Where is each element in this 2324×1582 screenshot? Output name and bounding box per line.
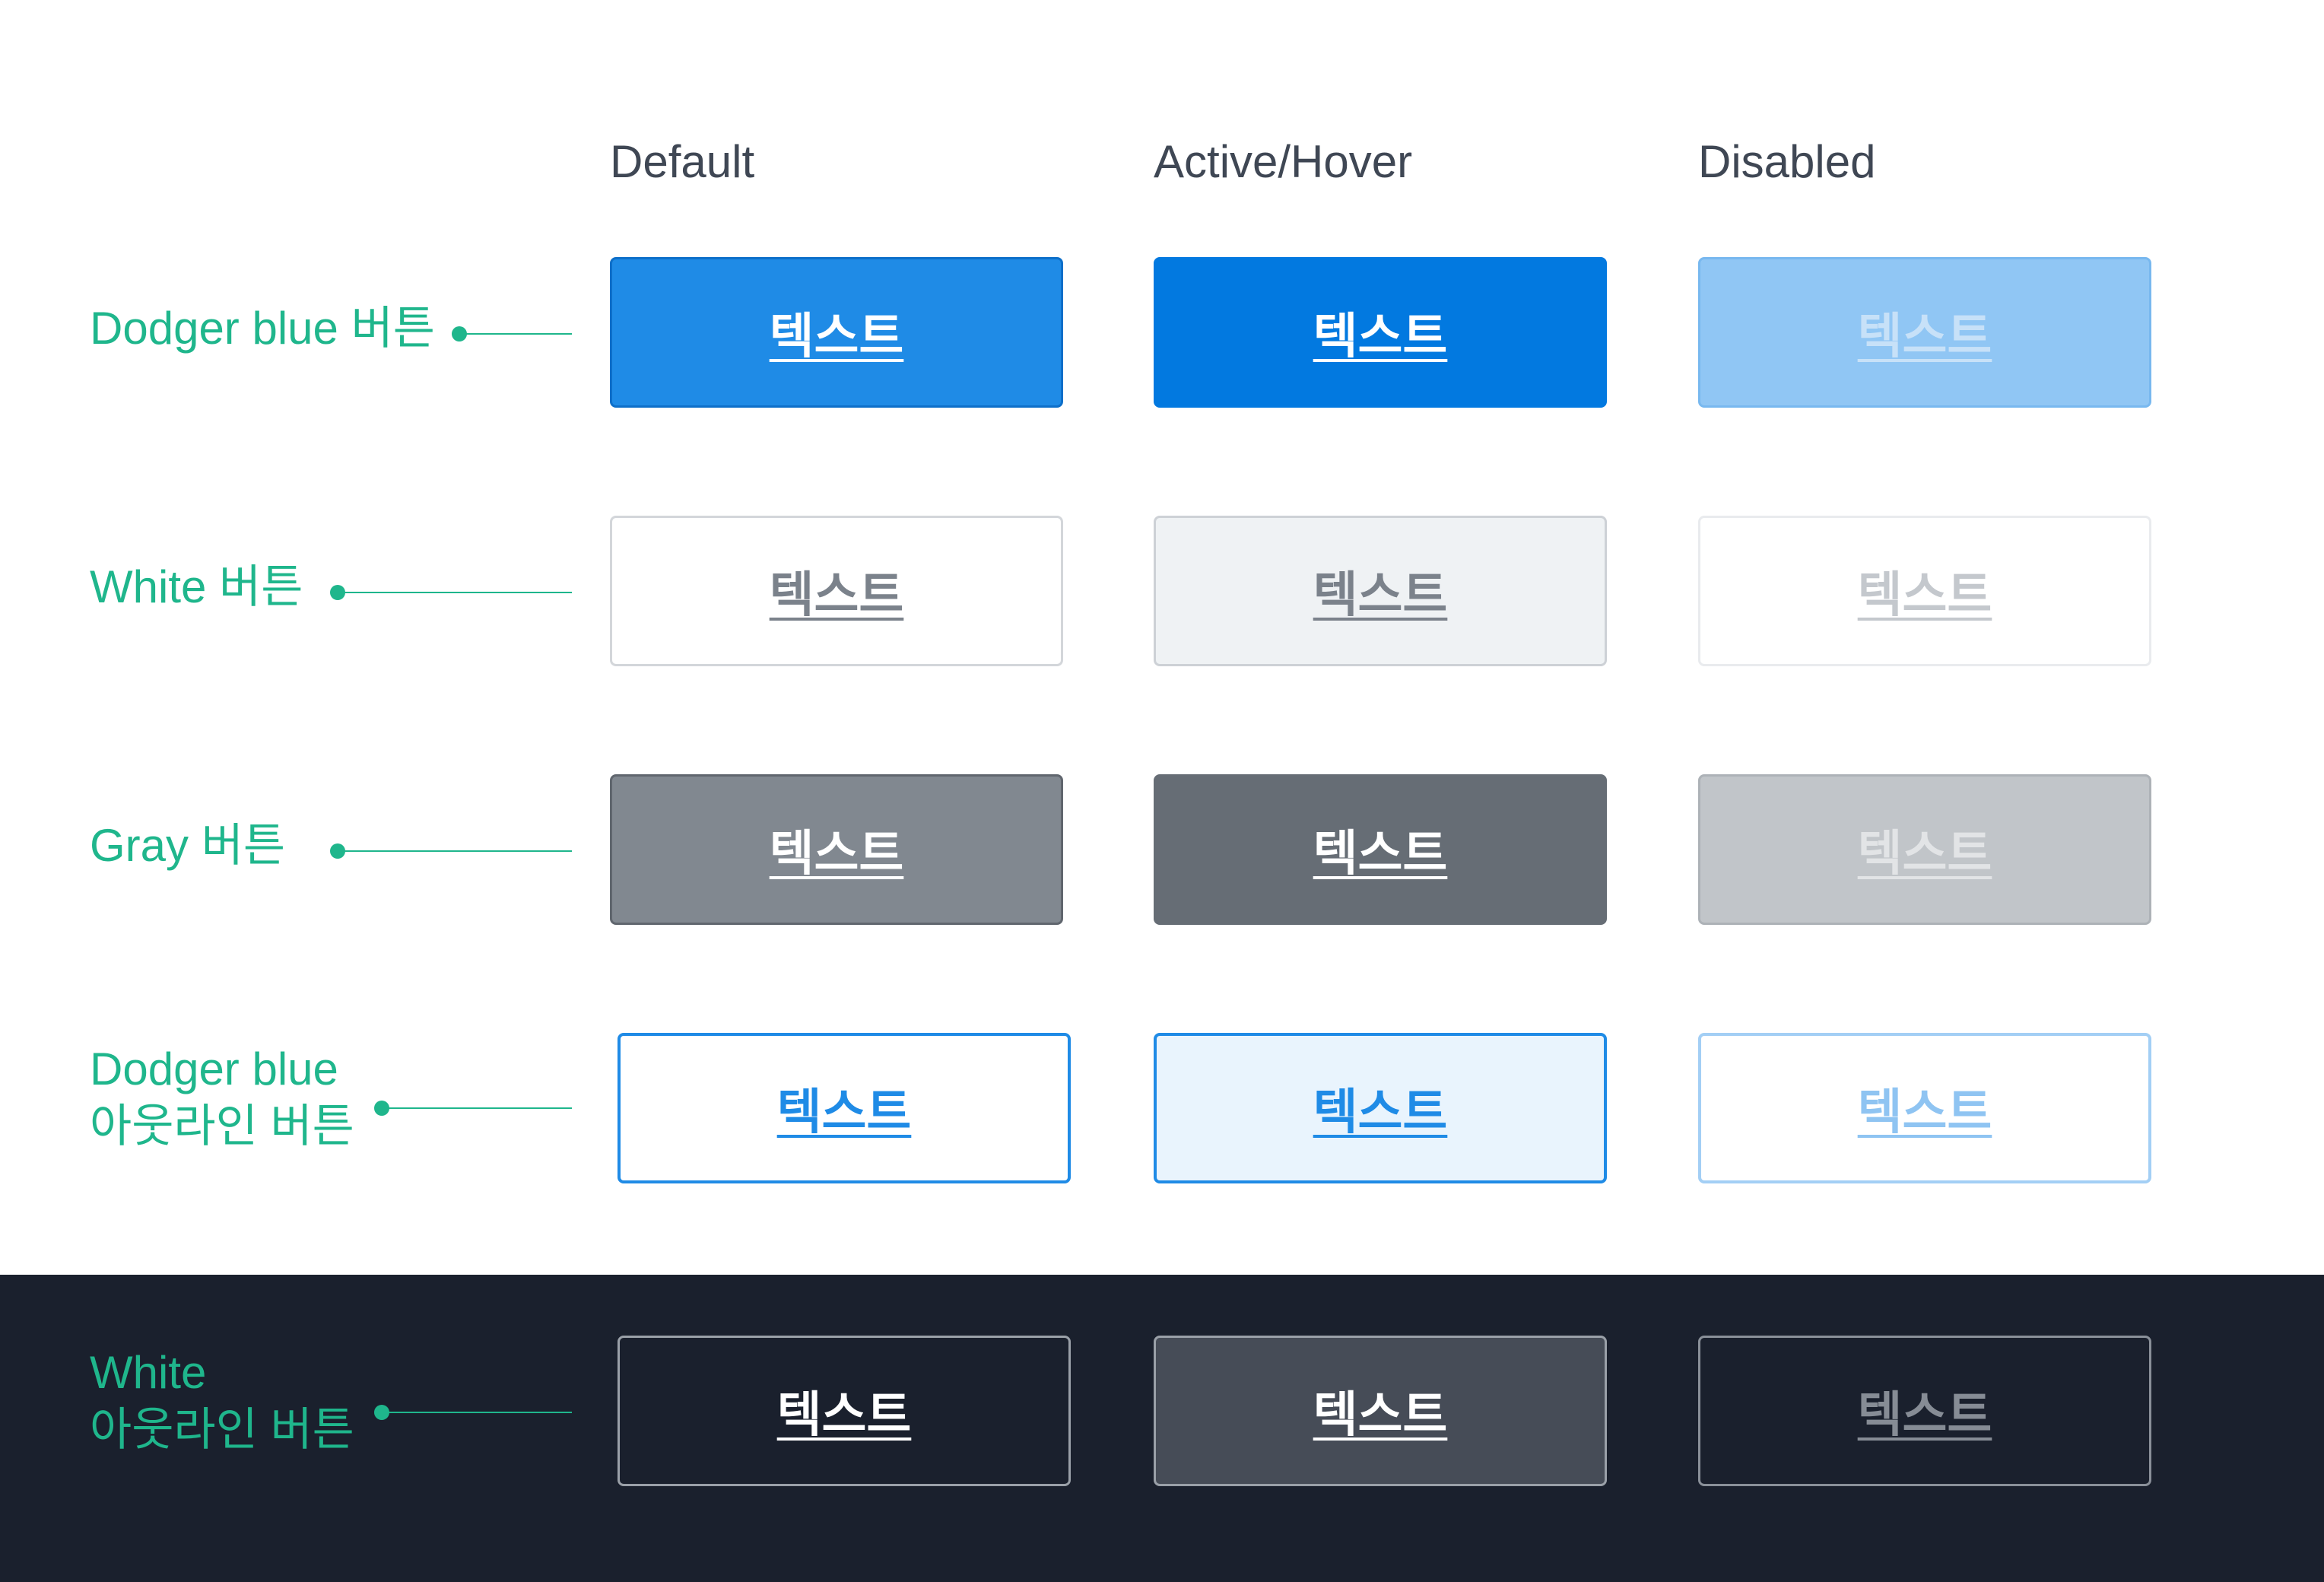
dodger-blue-outline-button-disabled[interactable]: 텍스트 <box>1698 1033 2151 1183</box>
row-label-gray: Gray 버튼 <box>90 820 286 871</box>
white-outline-button-active[interactable]: 텍스트 <box>1154 1336 1607 1486</box>
button-label: 텍스트 <box>1313 826 1448 882</box>
column-header-active-hover: Active/Hover <box>1154 136 1413 187</box>
connector-dot <box>330 843 345 859</box>
row-label-line: White <box>90 1347 207 1398</box>
connector-line <box>374 1405 572 1420</box>
button-label: 텍스트 <box>1313 567 1448 624</box>
white-outline-button-disabled[interactable]: 텍스트 <box>1698 1336 2151 1486</box>
connector-line <box>452 326 572 341</box>
row-label-white-outline: White 아웃라인 버튼 <box>90 1344 354 1458</box>
connector-dot <box>374 1405 389 1420</box>
row-label-line: Dodger blue <box>90 1044 338 1094</box>
row-label-white: White 버튼 <box>90 561 303 612</box>
connector-line <box>330 843 572 859</box>
button-label: 텍스트 <box>1857 1085 1992 1141</box>
button-label: 텍스트 <box>769 567 904 624</box>
white-button-default[interactable]: 텍스트 <box>610 516 1063 666</box>
dodger-blue-button-disabled[interactable]: 텍스트 <box>1698 257 2151 408</box>
connector-dot <box>330 585 345 600</box>
button-label: 텍스트 <box>769 309 904 365</box>
button-label: 텍스트 <box>1857 309 1992 365</box>
gray-button-default[interactable]: 텍스트 <box>610 774 1063 925</box>
row-label-line: 아웃라인 버튼 <box>90 1404 354 1455</box>
dodger-blue-button-default[interactable]: 텍스트 <box>610 257 1063 408</box>
white-button-active[interactable]: 텍스트 <box>1154 516 1607 666</box>
dodger-blue-outline-button-active[interactable]: 텍스트 <box>1154 1033 1607 1183</box>
button-label: 텍스트 <box>1857 1387 1992 1444</box>
white-outline-button-default[interactable]: 텍스트 <box>618 1336 1071 1486</box>
connector-line <box>374 1101 572 1116</box>
connector-dot <box>452 326 467 341</box>
gray-button-disabled[interactable]: 텍스트 <box>1698 774 2151 925</box>
white-button-disabled[interactable]: 텍스트 <box>1698 516 2151 666</box>
button-label: 텍스트 <box>1313 309 1448 365</box>
dodger-blue-outline-button-default[interactable]: 텍스트 <box>618 1033 1071 1183</box>
button-label: 텍스트 <box>1313 1387 1448 1444</box>
button-label: 텍스트 <box>1857 826 1992 882</box>
button-label: 텍스트 <box>769 826 904 882</box>
connector-dot <box>374 1101 389 1116</box>
row-label-line: 아웃라인 버튼 <box>90 1101 354 1152</box>
connector-line <box>330 585 572 600</box>
button-label: 텍스트 <box>1857 567 1992 624</box>
button-label: 텍스트 <box>1313 1085 1448 1141</box>
column-header-disabled: Disabled <box>1698 136 1876 187</box>
row-label-dodger-blue-outline: Dodger blue 아웃라인 버튼 <box>90 1040 354 1155</box>
column-header-default: Default <box>610 136 755 187</box>
row-label-dodger-blue: Dodger blue 버튼 <box>90 303 435 354</box>
button-label: 텍스트 <box>776 1387 912 1444</box>
dodger-blue-button-active[interactable]: 텍스트 <box>1154 257 1607 408</box>
gray-button-active[interactable]: 텍스트 <box>1154 774 1607 925</box>
button-label: 텍스트 <box>776 1085 912 1141</box>
